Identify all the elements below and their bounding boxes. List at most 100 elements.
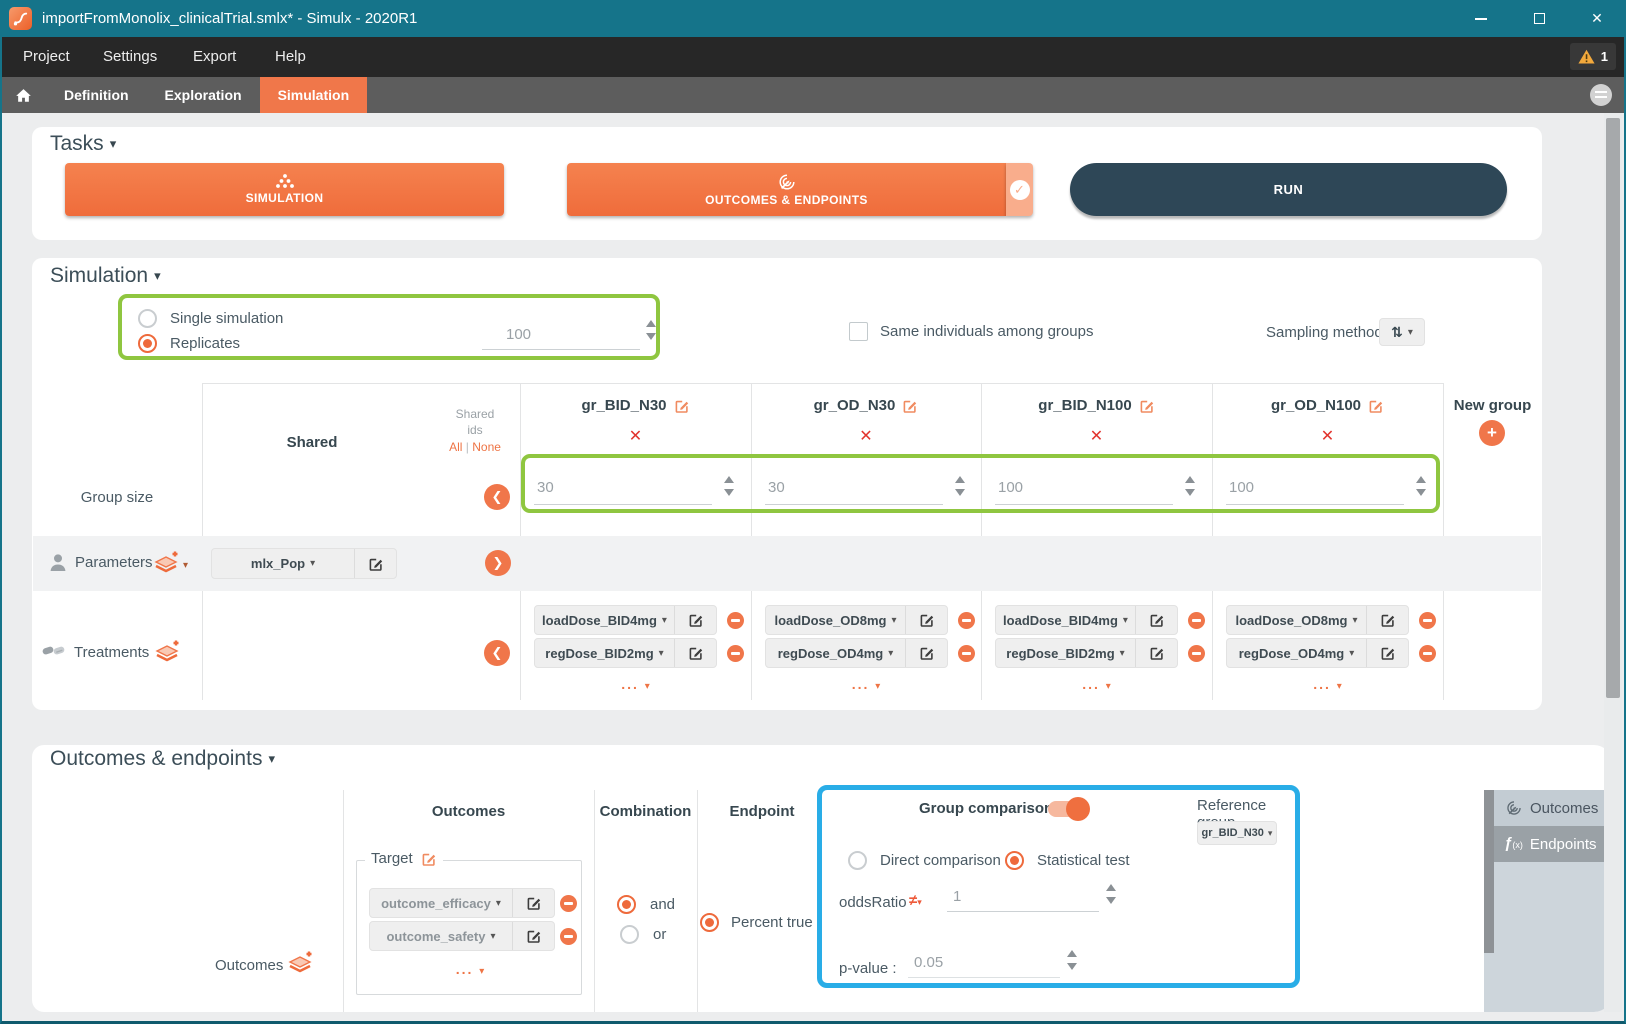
edit-group-icon[interactable] <box>1139 398 1155 414</box>
p-value-input[interactable]: 0.05 <box>908 948 1060 978</box>
p-value-stepper[interactable] <box>1067 950 1079 970</box>
edit-target-icon[interactable] <box>421 851 437 867</box>
edit-treatment-button[interactable] <box>905 606 947 634</box>
tab-exploration[interactable]: Exploration <box>147 77 260 113</box>
edit-parameter-button[interactable] <box>354 549 396 578</box>
treatment-dropdown[interactable]: loadDose_BID4mg▾ <box>534 605 717 635</box>
group-size-input[interactable]: 30 <box>765 470 943 505</box>
shared-ids-none-link[interactable]: None <box>472 440 501 454</box>
unshare-parameters-button[interactable]: ❯ <box>485 550 511 576</box>
sidebar-tab-outcomes[interactable]: Outcomes <box>1494 790 1612 826</box>
group-comparison-toggle[interactable] <box>1048 801 1086 817</box>
outcome-dropdown[interactable]: outcome_efficacy▾ <box>369 888 555 918</box>
edit-group-icon[interactable] <box>1368 398 1384 414</box>
share-group-size-button[interactable]: ❮ <box>484 484 510 510</box>
warning-badge[interactable]: 1 <box>1570 43 1616 70</box>
remove-treatment-button[interactable] <box>958 645 975 662</box>
edit-treatment-button[interactable] <box>1135 639 1177 667</box>
odds-ratio-input[interactable]: 1 <box>947 882 1099 912</box>
group-size-input[interactable]: 100 <box>995 470 1173 505</box>
remove-treatment-button[interactable] <box>1419 612 1436 629</box>
odds-ratio-stepper[interactable] <box>1106 884 1118 904</box>
group-size-stepper[interactable] <box>724 476 736 496</box>
share-treatments-button[interactable]: ❮ <box>484 640 510 666</box>
more-treatments-button[interactable]: ... ▾ <box>981 676 1212 692</box>
new-group-add-button[interactable]: + <box>1479 420 1505 446</box>
replicates-stepper[interactable] <box>646 320 658 340</box>
add-outcome-layers-icon[interactable] <box>287 951 313 975</box>
remove-treatment-button[interactable] <box>958 612 975 629</box>
group-size-input[interactable]: 100 <box>1226 470 1404 505</box>
remove-treatment-button[interactable] <box>1419 645 1436 662</box>
delete-group-icon[interactable]: ✕ <box>751 426 981 446</box>
more-treatments-button[interactable]: ... ▾ <box>751 676 981 692</box>
single-simulation-radio[interactable] <box>138 309 157 328</box>
tasks-heading[interactable]: Tasks▾ <box>50 132 116 156</box>
menu-project[interactable]: Project <box>23 37 70 77</box>
remove-outcome-button[interactable] <box>560 928 577 945</box>
simulation-task-button[interactable]: SIMULATION <box>65 163 504 216</box>
comments-icon[interactable] <box>1590 84 1612 106</box>
treatment-dropdown[interactable]: loadDose_BID4mg▾ <box>995 605 1178 635</box>
percent-true-radio[interactable] <box>700 913 719 932</box>
statistical-test-radio[interactable] <box>1005 851 1024 870</box>
shared-ids-all-link[interactable]: All <box>449 440 462 454</box>
same-individuals-checkbox[interactable] <box>849 322 868 341</box>
run-button[interactable]: RUN <box>1070 163 1507 216</box>
remove-outcome-button[interactable] <box>560 895 577 912</box>
group-size-stepper[interactable] <box>1185 476 1197 496</box>
group-size-stepper[interactable] <box>1416 476 1428 496</box>
edit-outcome-button[interactable] <box>512 889 554 917</box>
add-treatments-layers-icon[interactable] <box>154 640 180 664</box>
add-parameters-layers-icon[interactable] <box>153 551 179 575</box>
sampling-method-button[interactable]: ⇅ ▾ <box>1379 318 1425 346</box>
outcome-dropdown[interactable]: outcome_safety▾ <box>369 921 555 951</box>
maximize-button[interactable] <box>1510 0 1568 37</box>
outcomes-task-button[interactable]: OUTCOMES & ENDPOINTS <box>567 163 1006 216</box>
and-radio[interactable] <box>617 895 636 914</box>
group-size-input[interactable]: 30 <box>534 470 712 505</box>
more-treatments-button[interactable]: ... ▾ <box>1212 676 1443 692</box>
delete-group-icon[interactable]: ✕ <box>1212 426 1443 446</box>
delete-group-icon[interactable]: ✕ <box>981 426 1212 446</box>
menu-help[interactable]: Help <box>275 37 306 77</box>
edit-group-icon[interactable] <box>902 398 918 414</box>
sidebar-tab-endpoints[interactable]: ƒ(x) Endpoints <box>1494 826 1612 862</box>
or-radio[interactable] <box>620 925 639 944</box>
group-size-stepper[interactable] <box>955 476 967 496</box>
treatment-dropdown[interactable]: regDose_BID2mg▾ <box>995 638 1178 668</box>
replicates-radio[interactable] <box>138 334 157 353</box>
more-outcomes-button[interactable]: ... ▾ <box>357 961 583 977</box>
tab-definition[interactable]: Definition <box>46 77 147 113</box>
treatment-dropdown[interactable]: regDose_OD4mg▾ <box>1226 638 1409 668</box>
shared-parameter-dropdown[interactable]: mlx_Pop▾ <box>211 548 397 579</box>
edit-treatment-button[interactable] <box>674 606 716 634</box>
edit-treatment-button[interactable] <box>674 639 716 667</box>
menu-export[interactable]: Export <box>193 37 236 77</box>
treatment-dropdown[interactable]: loadDose_OD8mg▾ <box>765 605 948 635</box>
edit-treatment-button[interactable] <box>1366 606 1408 634</box>
treatment-dropdown[interactable]: loadDose_OD8mg▾ <box>1226 605 1409 635</box>
outcomes-heading[interactable]: Outcomes & endpoints▾ <box>50 747 275 771</box>
remove-treatment-button[interactable] <box>727 645 744 662</box>
odds-ratio-operator[interactable]: ≠▾ <box>909 892 922 909</box>
scrollbar-thumb[interactable] <box>1606 118 1620 698</box>
replicates-input[interactable]: 100 <box>482 320 640 350</box>
home-tab[interactable] <box>0 77 46 113</box>
remove-treatment-button[interactable] <box>727 612 744 629</box>
reference-group-dropdown[interactable]: gr_BID_N30▾ <box>1197 821 1277 845</box>
delete-group-icon[interactable]: ✕ <box>520 426 751 446</box>
remove-treatment-button[interactable] <box>1188 645 1205 662</box>
direct-comparison-radio[interactable] <box>848 851 867 870</box>
edit-treatment-button[interactable] <box>1135 606 1177 634</box>
treatment-dropdown[interactable]: regDose_BID2mg▾ <box>534 638 717 668</box>
more-treatments-button[interactable]: ... ▾ <box>520 676 751 692</box>
edit-treatment-button[interactable] <box>905 639 947 667</box>
remove-treatment-button[interactable] <box>1188 612 1205 629</box>
simulation-heading[interactable]: Simulation▾ <box>50 264 161 288</box>
minimize-button[interactable] <box>1452 0 1510 37</box>
edit-treatment-button[interactable] <box>1366 639 1408 667</box>
edit-group-icon[interactable] <box>674 398 690 414</box>
close-button[interactable]: ✕ <box>1568 0 1626 37</box>
tab-simulation[interactable]: Simulation <box>260 77 368 113</box>
